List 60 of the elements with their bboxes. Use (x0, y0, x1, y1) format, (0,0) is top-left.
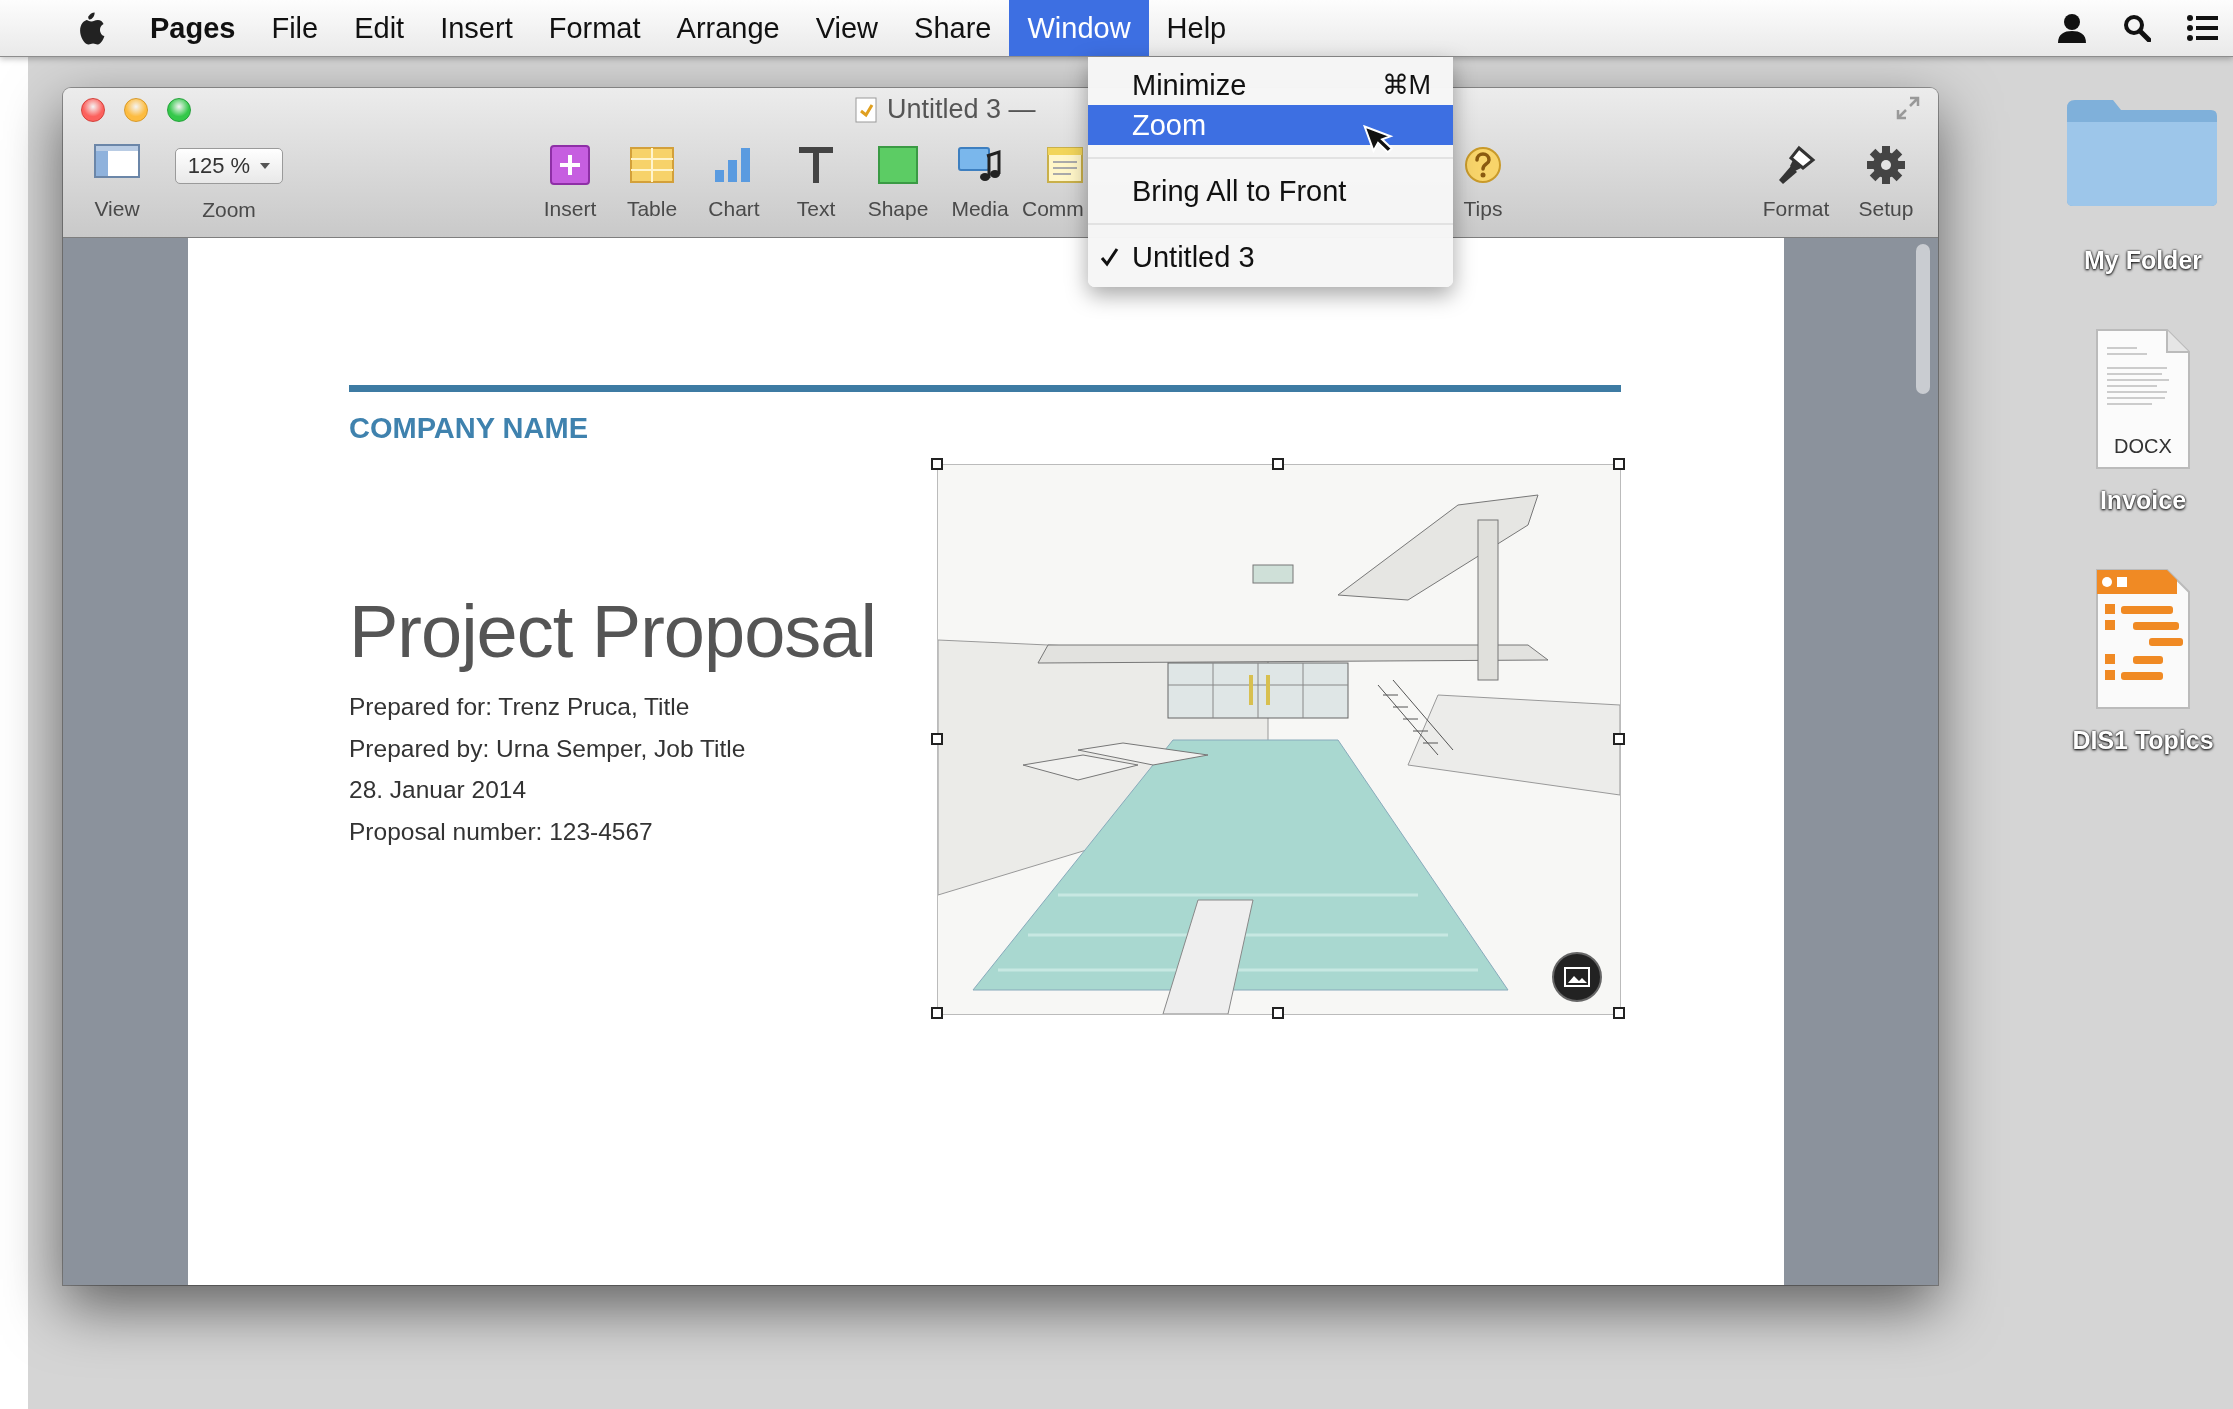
insert-button[interactable]: Insert (530, 144, 610, 221)
view-button[interactable]: View (77, 144, 157, 221)
checkmark-icon (1100, 247, 1120, 267)
text-button[interactable]: Text (776, 144, 856, 221)
table-button[interactable]: Table (612, 144, 692, 221)
window-title: Untitled 3 — (887, 94, 1036, 125)
menu-bar-item[interactable]: Edit (336, 0, 423, 56)
detail-line: Proposal number: 123-4567 (349, 816, 654, 847)
list-icon[interactable] (2187, 13, 2219, 43)
resize-handle[interactable] (931, 732, 943, 745)
media-button[interactable]: Media (940, 144, 1020, 221)
menu-bar-item[interactable]: Pages (132, 0, 254, 56)
menu-bar-item[interactable]: Arrange (658, 0, 798, 56)
menu-bar-item[interactable]: Format (530, 0, 659, 56)
chart-button[interactable]: Chart (694, 144, 774, 221)
menu-item[interactable]: Bring All to Front (1088, 171, 1453, 211)
picture-icon (1564, 967, 1590, 987)
desktop-icon-label: My Folder (2083, 246, 2203, 275)
shape-button[interactable]: Shape (858, 144, 938, 221)
shape-icon (875, 144, 921, 186)
document-title: Project Proposal (349, 591, 877, 673)
menu-item[interactable]: Minimize ⌘M (1088, 65, 1453, 105)
resize-handle[interactable] (931, 458, 943, 470)
document-icon[interactable]: DOCX (2093, 328, 2193, 470)
resize-handle[interactable] (1613, 458, 1625, 470)
comment-button[interactable]: Comm (1022, 144, 1086, 221)
file-type-label: DOCX (2113, 435, 2173, 458)
detail-line: 28. Januar 2014 (349, 775, 528, 806)
format-button[interactable]: Format (1756, 144, 1836, 221)
user-icon[interactable] (2057, 13, 2087, 43)
menu-bar-item[interactable]: Window (1009, 0, 1149, 56)
company-name: COMPANY NAME (349, 412, 589, 445)
menu-bar-item[interactable]: File (253, 0, 337, 56)
resize-handle[interactable] (931, 1007, 943, 1019)
menu-bar-item[interactable]: Help (1148, 0, 1245, 56)
resize-handle[interactable] (1272, 458, 1284, 470)
shortcut-label: ⌘M (1381, 69, 1431, 101)
zoom-button[interactable] (167, 98, 191, 122)
resize-handle[interactable] (1613, 1007, 1625, 1019)
setup-button[interactable]: Setup (1846, 144, 1926, 221)
caret-icon (260, 163, 271, 169)
resize-handle[interactable] (1272, 1007, 1284, 1019)
tips-button[interactable]: Tips (1458, 144, 1508, 221)
detail-line: Prepared by: Urna Semper, Job Title (349, 733, 747, 764)
detail-line: Prepared for: Trenz Pruca, Title (349, 692, 691, 723)
close-button[interactable] (81, 98, 105, 122)
zoom-popup[interactable]: 125 % (174, 148, 284, 184)
desktop-icon-label: DIS1 Topics (2072, 726, 2214, 755)
insert-icon (547, 144, 593, 186)
menu-bar-item[interactable]: View (797, 0, 897, 56)
desktop-icon-label: Invoice (2099, 486, 2187, 515)
menu-item[interactable]: Untitled 3 (1088, 237, 1453, 277)
search-icon[interactable] (2123, 14, 2151, 42)
scrollbar-thumb[interactable] (1916, 244, 1930, 394)
menu-bar-item[interactable]: Share (896, 0, 1010, 56)
document-icon (855, 96, 877, 123)
menu-bar-item[interactable]: Insert (422, 0, 531, 56)
table-icon (629, 144, 675, 186)
menu-item[interactable]: Zoom (1088, 105, 1453, 145)
toolbar-label: Zoom (202, 198, 256, 222)
